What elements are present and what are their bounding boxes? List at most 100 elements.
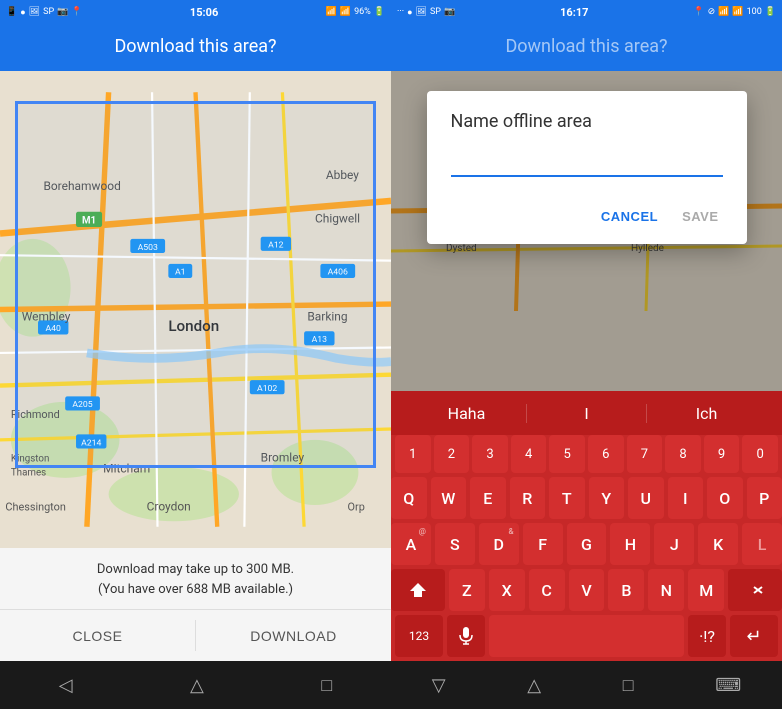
key-v[interactable]: V: [569, 569, 605, 611]
number-row: 1 2 3 4 5 6 7 8 9 0: [391, 435, 782, 473]
key-4[interactable]: 4: [511, 435, 547, 473]
key-a[interactable]: @A: [391, 523, 431, 565]
battery-icon-right: 🔋: [765, 7, 776, 17]
key-2[interactable]: 2: [434, 435, 470, 473]
home-button-right[interactable]: △: [527, 675, 541, 696]
right-header: Download this area?: [391, 24, 782, 71]
keyboard-row-2: @A S &D F G H J K L: [391, 523, 782, 565]
backspace-icon: [744, 582, 766, 598]
key-m[interactable]: M: [688, 569, 724, 611]
keyboard-row-1: Q W E R T Y U I O P: [391, 477, 782, 519]
download-info-line1: Download may take up to 300 MB.: [10, 560, 381, 580]
key-5[interactable]: 5: [549, 435, 585, 473]
suggestion-haha[interactable]: Haha: [407, 404, 526, 423]
left-header-title: Download this area?: [0, 36, 391, 57]
key-x[interactable]: X: [489, 569, 525, 611]
key-6[interactable]: 6: [588, 435, 624, 473]
key-k[interactable]: K: [698, 523, 738, 565]
map-svg: M1 A503 A1 A12 A406 A40 A13 A205 A102: [0, 71, 391, 548]
dialog-box: Name offline area CANCEL SAVE: [427, 91, 747, 244]
sp-on-label: SP: [43, 7, 54, 17]
download-button[interactable]: DOWNLOAD: [196, 610, 391, 661]
left-time: 15:06: [190, 6, 218, 19]
key-8[interactable]: 8: [665, 435, 701, 473]
dialog-cancel-button[interactable]: CANCEL: [597, 201, 662, 232]
dialog-actions: CANCEL SAVE: [451, 201, 723, 232]
key-mic[interactable]: [447, 615, 485, 657]
back-button[interactable]: ◁: [59, 675, 73, 696]
key-i[interactable]: I: [668, 477, 704, 519]
dialog-save-button[interactable]: SAVE: [678, 201, 722, 232]
camera-icon-right: 📷: [444, 7, 455, 17]
key-b[interactable]: B: [608, 569, 644, 611]
key-d[interactable]: &D: [479, 523, 519, 565]
suggestion-ich[interactable]: Ich: [647, 404, 766, 423]
key-3[interactable]: 3: [472, 435, 508, 473]
key-n[interactable]: N: [648, 569, 684, 611]
key-c[interactable]: C: [529, 569, 565, 611]
key-u[interactable]: U: [628, 477, 664, 519]
svg-text:London: London: [168, 317, 219, 335]
key-w[interactable]: W: [431, 477, 467, 519]
sp-on-label-right: SP: [430, 7, 441, 17]
key-l[interactable]: L: [742, 523, 782, 565]
svg-text:A503: A503: [138, 243, 158, 253]
backspace-key[interactable]: [728, 569, 782, 611]
svg-text:Wembley: Wembley: [22, 309, 71, 323]
key-123[interactable]: 123: [395, 615, 443, 657]
key-g[interactable]: G: [567, 523, 607, 565]
shift-icon: [408, 581, 428, 599]
close-button[interactable]: CLOSE: [0, 610, 195, 661]
svg-text:M1: M1: [82, 216, 96, 227]
key-7[interactable]: 7: [627, 435, 663, 473]
svg-text:A12: A12: [268, 241, 284, 251]
key-h[interactable]: H: [610, 523, 650, 565]
svg-text:Richmond: Richmond: [11, 408, 60, 421]
location-icon: 📍: [71, 7, 82, 17]
svg-text:A13: A13: [312, 335, 328, 345]
shift-key[interactable]: [391, 569, 445, 611]
key-enter[interactable]: ↵: [730, 615, 778, 657]
key-y[interactable]: Y: [589, 477, 625, 519]
key-p[interactable]: P: [747, 477, 782, 519]
mic-icon: [459, 627, 473, 645]
svg-text:Borehamwood: Borehamwood: [43, 179, 120, 193]
three-dots-icon: ···: [397, 7, 404, 17]
key-9[interactable]: 9: [704, 435, 740, 473]
key-q[interactable]: Q: [391, 477, 427, 519]
right-status-icons: ··· ● 🖼 SP 📷: [397, 7, 455, 18]
key-r[interactable]: R: [510, 477, 546, 519]
phone-icon: 📱: [6, 7, 17, 17]
dialog-overlay: Name offline area CANCEL SAVE: [391, 71, 782, 391]
suggestion-i[interactable]: I: [526, 404, 647, 423]
home-button[interactable]: △: [190, 675, 204, 696]
key-z[interactable]: Z: [449, 569, 485, 611]
svg-text:Croydon: Croydon: [147, 499, 191, 513]
recent-button-right[interactable]: □: [623, 675, 634, 696]
recent-button[interactable]: □: [321, 675, 332, 696]
svg-text:Abbey: Abbey: [326, 168, 359, 182]
whatsapp-icon: ●: [20, 7, 25, 18]
key-period[interactable]: ·!?: [688, 615, 726, 657]
back-button-right[interactable]: ▽: [432, 675, 446, 696]
wifi-icon: 📶: [326, 7, 337, 17]
key-t[interactable]: T: [549, 477, 585, 519]
right-nav-bar: ▽ △ □ ⌨: [391, 661, 782, 709]
svg-text:A40: A40: [46, 324, 62, 334]
key-e[interactable]: E: [470, 477, 506, 519]
key-o[interactable]: O: [707, 477, 743, 519]
key-s[interactable]: S: [435, 523, 475, 565]
key-j[interactable]: J: [654, 523, 694, 565]
media-icon: 🖼: [29, 7, 40, 17]
key-0[interactable]: 0: [742, 435, 778, 473]
key-f[interactable]: F: [523, 523, 563, 565]
left-panel: 📱 ● 🖼 SP 📷 📍 15:06 📶 📶 96% 🔋 Download th…: [0, 0, 391, 709]
key-1[interactable]: 1: [395, 435, 431, 473]
left-battery-icons: 📶 📶 96% 🔋: [326, 7, 385, 17]
map-container[interactable]: M1 A503 A1 A12 A406 A40 A13 A205 A102: [0, 71, 391, 548]
offline-area-name-input[interactable]: [451, 150, 723, 177]
spacebar-key[interactable]: [489, 615, 684, 657]
status-bar-left: 📱 ● 🖼 SP 📷 📍 15:06 📶 📶 96% 🔋: [0, 0, 391, 24]
keyboard-button[interactable]: ⌨: [715, 675, 741, 696]
right-battery-icons: 📍 ⊘ 📶 📶 100 🔋: [693, 7, 776, 17]
